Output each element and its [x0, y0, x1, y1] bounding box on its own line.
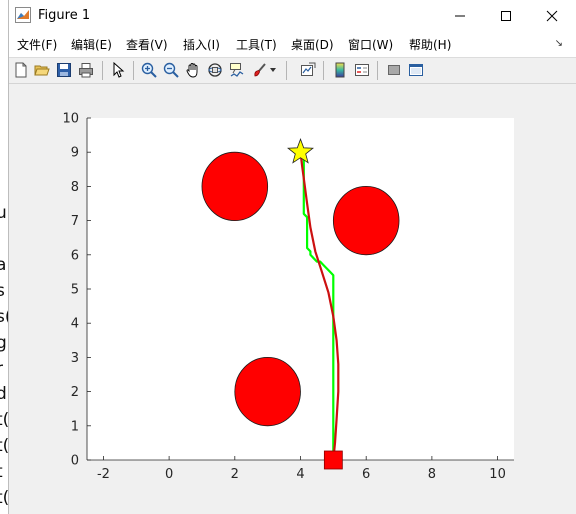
menu-bar: 文件(F) 编辑(E) 查看(V) 插入(I) 工具(T) 桌面(D) 窗口(W…	[9, 31, 576, 58]
menu-help[interactable]: 帮助(H)	[409, 36, 451, 53]
y-tick-label: 4	[71, 317, 79, 332]
menu-edit[interactable]: 编辑(E)	[71, 36, 112, 53]
legend-icon[interactable]	[353, 61, 371, 79]
print-icon[interactable]	[77, 61, 95, 79]
menu-file[interactable]: 文件(F)	[17, 36, 57, 53]
y-tick-label: 1	[71, 419, 79, 434]
background-text-line: t	[0, 462, 3, 482]
new-figure-icon[interactable]	[12, 61, 30, 79]
toolbar-separator	[377, 61, 378, 80]
figure-window: Figure 1 文件(F) 编辑(E) 查看(V) 插入(I) 工具(T) 桌…	[8, 0, 576, 514]
x-tick-label: 8	[428, 467, 436, 482]
x-tick-label: 10	[489, 467, 506, 482]
start-marker	[323, 450, 343, 470]
open-icon[interactable]	[33, 61, 51, 79]
toolbar-separator	[133, 61, 134, 80]
show-plot-tools-icon[interactable]	[407, 61, 425, 79]
menu-insert[interactable]: 插入(I)	[183, 36, 220, 53]
select-arrow-icon[interactable]	[109, 61, 127, 79]
y-tick-label: 5	[71, 283, 79, 298]
x-tick-label: 6	[362, 467, 370, 482]
toolbar-separator	[323, 61, 324, 80]
obstacle-circle	[201, 151, 269, 221]
maximize-button[interactable]	[483, 0, 529, 31]
background-text-line: a	[0, 255, 7, 275]
background-text-line: r	[0, 359, 3, 379]
matlab-icon	[15, 7, 31, 23]
figure-canvas: -2 0 2 4 6 8 10 0 1 2 3 4 5 6 7 8 9 10	[9, 84, 576, 514]
obstacle-circle	[332, 186, 400, 256]
title-bar: Figure 1	[9, 0, 576, 31]
save-icon[interactable]	[55, 61, 73, 79]
y-tick-label: 10	[62, 112, 79, 127]
minimize-icon	[455, 15, 465, 16]
plot-axes[interactable]: -2 0 2 4 6 8 10 0 1 2 3 4 5 6 7 8 9 10	[9, 84, 576, 514]
y-tick-label: 9	[71, 146, 79, 161]
menu-desktop[interactable]: 桌面(D)	[291, 36, 334, 53]
x-tick-label: 2	[231, 467, 239, 482]
plot-area	[87, 118, 514, 460]
figure-toolbar	[9, 58, 576, 84]
rotate-3d-icon[interactable]	[206, 61, 224, 79]
dock-arrow-icon[interactable]: ↘	[555, 38, 563, 49]
close-button[interactable]	[529, 0, 575, 31]
brush-icon[interactable]	[250, 61, 268, 79]
y-tick-label: 7	[71, 214, 79, 229]
background-text-line: u	[0, 203, 7, 223]
pan-hand-icon[interactable]	[184, 61, 202, 79]
colorbar-icon[interactable]	[331, 61, 349, 79]
zoom-in-icon[interactable]	[140, 61, 158, 79]
maximize-icon	[501, 10, 511, 21]
zoom-out-icon[interactable]	[162, 61, 180, 79]
window-title: Figure 1	[38, 8, 91, 23]
x-tick-label: 4	[296, 467, 304, 482]
menu-window[interactable]: 窗口(W)	[348, 36, 393, 53]
background-text-line: d	[0, 384, 7, 404]
y-tick-label: 8	[71, 180, 79, 195]
link-plot-icon[interactable]	[299, 61, 317, 79]
y-tick-label: 0	[71, 454, 79, 469]
brush-dropdown-icon[interactable]	[268, 61, 278, 79]
close-icon	[546, 10, 558, 21]
data-cursor-icon[interactable]	[228, 61, 246, 79]
menu-view[interactable]: 查看(V)	[126, 36, 168, 53]
toolbar-separator	[286, 61, 287, 80]
hide-plot-tools-icon[interactable]	[385, 61, 403, 79]
y-tick-label: 6	[71, 248, 79, 263]
y-tick-label: 3	[71, 351, 79, 366]
menu-tools[interactable]: 工具(T)	[236, 36, 277, 53]
x-tick-label: -2	[97, 467, 110, 482]
minimize-button[interactable]	[437, 0, 483, 31]
toolbar-separator	[102, 61, 103, 80]
x-tick-label: 0	[165, 467, 173, 482]
obstacle-circle	[234, 356, 301, 427]
background-text-line: s	[0, 281, 5, 301]
y-tick-label: 2	[71, 385, 79, 400]
